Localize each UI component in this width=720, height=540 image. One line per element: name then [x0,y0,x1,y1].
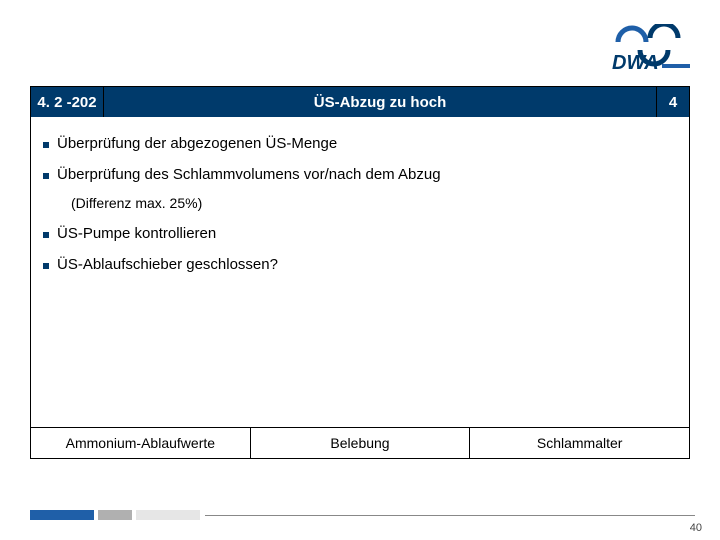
footer-cell: Belebung [250,428,470,458]
svg-text:DWA: DWA [612,52,659,74]
bullet-subtext: (Differenz max. 25%) [71,195,677,211]
bar-accent [30,510,94,520]
list-item: Überprüfung des Schlammvolumens vor/nach… [43,166,677,183]
card-footer: Ammonium-Ablaufwerte Belebung Schlammalt… [31,427,689,458]
bullet-icon [43,173,49,179]
footer-divider [205,515,695,516]
footer-cell: Ammonium-Ablaufwerte [31,428,250,458]
bullet-text: ÜS-Pumpe kontrollieren [57,225,216,242]
slide-card: 4. 2 -202 ÜS-Abzug zu hoch 4 Überprüfung… [30,86,690,459]
bullet-text: Überprüfung des Schlammvolumens vor/nach… [57,166,441,183]
bullet-icon [43,142,49,148]
card-body: Überprüfung der abgezogenen ÜS-Menge Übe… [31,117,689,427]
footer-bars [30,510,200,520]
bullet-text: Überprüfung der abgezogenen ÜS-Menge [57,135,337,152]
list-item: ÜS-Ablaufschieber geschlossen? [43,256,677,273]
page-number: 40 [690,522,702,534]
bullet-text: ÜS-Ablaufschieber geschlossen? [57,256,278,273]
bar-grey [98,510,132,520]
dwa-logo: DWA [600,24,690,74]
header-code: 4. 2 -202 [31,87,104,117]
list-item: ÜS-Pumpe kontrollieren [43,225,677,242]
header-number: 4 [656,87,689,117]
footer-cell: Schlammalter [469,428,689,458]
header-title: ÜS-Abzug zu hoch [104,87,656,117]
bullet-icon [43,263,49,269]
bar-light [136,510,200,520]
list-item: Überprüfung der abgezogenen ÜS-Menge [43,135,677,152]
bullet-icon [43,232,49,238]
card-header: 4. 2 -202 ÜS-Abzug zu hoch 4 [31,87,689,117]
